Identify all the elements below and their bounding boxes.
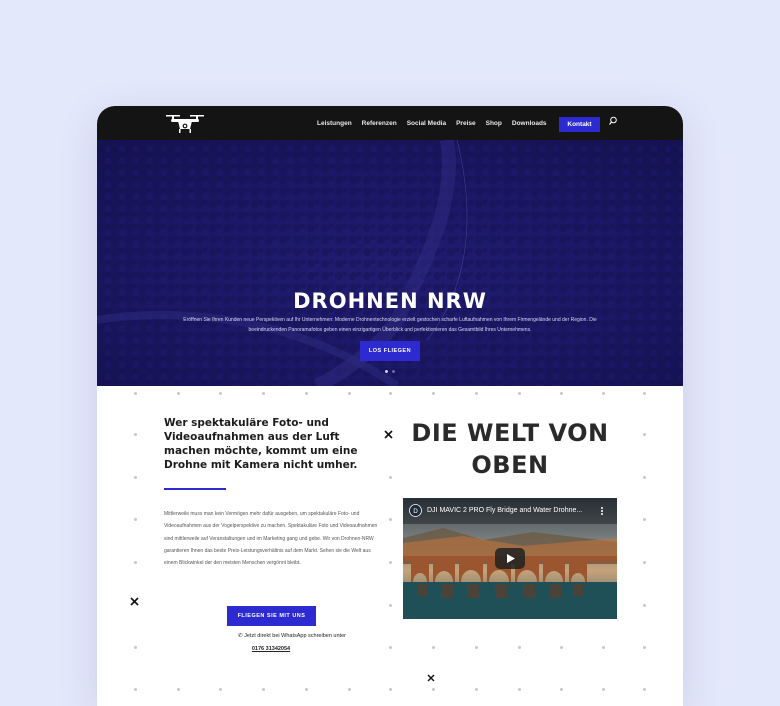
video-title[interactable]: DJI MAVIC 2 PRO Fly Bridge and Water Dro… xyxy=(427,507,582,514)
hero-description: Eröffnen Sie Ihren Kunden neue Perspekti… xyxy=(183,317,597,333)
headline-underline xyxy=(164,488,226,490)
channel-avatar-icon[interactable]: D xyxy=(409,504,422,517)
menu-item-shop[interactable]: Shop xyxy=(486,120,502,127)
slider-dot[interactable] xyxy=(392,370,395,373)
slider-dot-active[interactable] xyxy=(385,370,388,373)
welt-heading: DIE WELT VON OBEN xyxy=(397,417,623,481)
youtube-video-embed[interactable]: D DJI MAVIC 2 PRO Fly Bridge and Water D… xyxy=(403,498,617,619)
whatsapp-text: Jetzt direkt bei WhatsApp schreiben unte… xyxy=(244,633,346,639)
more-options-icon[interactable] xyxy=(599,506,605,516)
hero-title: DROHNEN NRW xyxy=(293,289,487,313)
browser-frame: Leistungen Referenzen Social Media Preis… xyxy=(97,106,683,706)
top-navigation-bar: Leistungen Referenzen Social Media Preis… xyxy=(97,106,683,140)
los-fliegen-button[interactable]: LOS FLIEGEN xyxy=(360,341,420,361)
drone-logo-icon[interactable] xyxy=(163,109,207,135)
fliegen-sie-mit-uns-button[interactable]: FLIEGEN SIE MIT UNS xyxy=(227,606,316,626)
welt-heading-line-1: DIE WELT VON xyxy=(411,419,609,447)
search-icon[interactable] xyxy=(608,116,618,126)
menu-item-leistungen[interactable]: Leistungen xyxy=(317,120,352,127)
cross-decoration-icon xyxy=(130,597,139,606)
menu-item-social-media[interactable]: Social Media xyxy=(407,120,446,127)
svg-text:D: D xyxy=(413,508,418,515)
whatsapp-note: ✆ Jetzt direkt bei WhatsApp schreiben un… xyxy=(187,633,397,639)
hero-section: DROHNEN NRW Eröffnen Sie Ihren Kunden ne… xyxy=(97,140,683,386)
menu-item-preise[interactable]: Preise xyxy=(456,120,476,127)
cross-decoration-icon xyxy=(384,430,393,439)
kontakt-button[interactable]: Kontakt xyxy=(559,117,600,132)
cross-decoration-icon xyxy=(427,674,435,682)
welt-heading-line-2: OBEN xyxy=(471,451,549,479)
section-headline: Wer spektakuläre Foto- und Videoaufnahme… xyxy=(164,417,358,471)
menu-item-downloads[interactable]: Downloads xyxy=(512,120,547,127)
phone-link[interactable]: 0176 31342054 xyxy=(217,646,325,652)
main-menu: Leistungen Referenzen Social Media Preis… xyxy=(317,106,557,140)
section-body-text: Mittlerweile muss man kein Vermögen mehr… xyxy=(164,511,378,567)
play-button-icon[interactable] xyxy=(495,548,525,569)
menu-item-referenzen[interactable]: Referenzen xyxy=(362,120,397,127)
